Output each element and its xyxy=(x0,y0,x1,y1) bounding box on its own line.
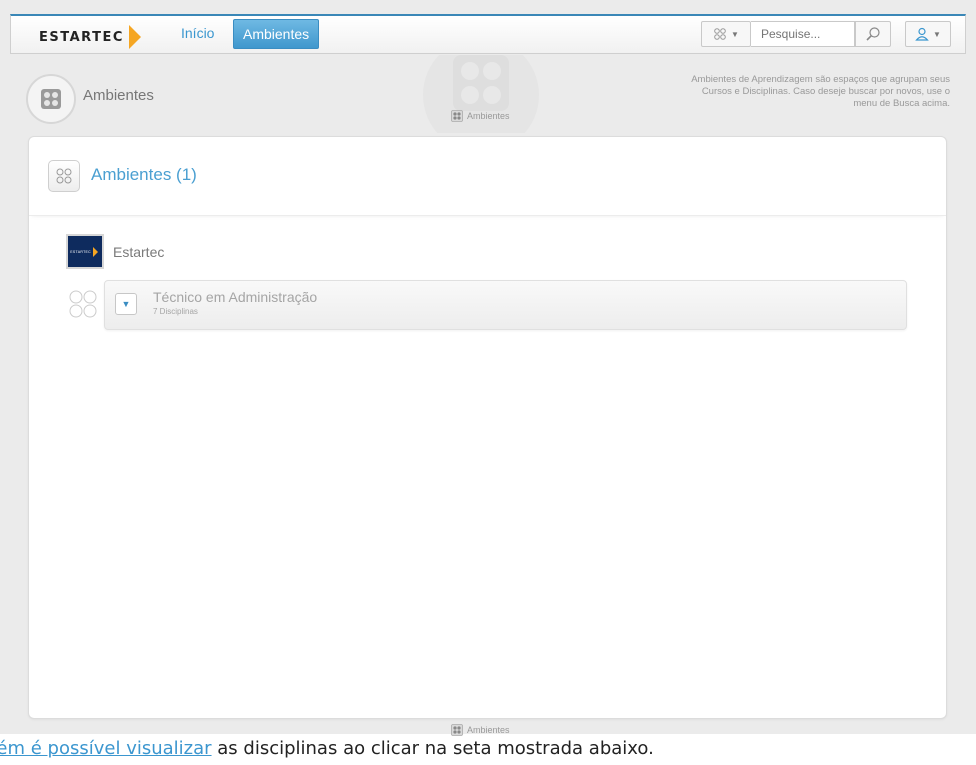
course-discipline-count: 7 Disciplinas xyxy=(153,307,198,316)
footer-breadcrumb: Ambientes xyxy=(451,724,510,736)
footer-breadcrumb-label: Ambientes xyxy=(467,725,510,735)
nav-ambientes-tab[interactable]: Ambientes xyxy=(233,19,320,49)
panel-header: Ambientes (1) xyxy=(29,137,946,216)
document-caption: bém é possível visualizar as disciplinas… xyxy=(0,737,654,761)
organization-logo-text: ESTARTEC xyxy=(70,249,91,254)
ambientes-icon xyxy=(451,110,463,122)
top-navbar: ESTARTEC Início Ambientes ▼ ▼ xyxy=(10,14,966,54)
logo-chevron-icon xyxy=(128,25,141,49)
breadcrumb-label: Ambientes xyxy=(467,111,510,121)
organization-logo: ESTARTEC xyxy=(66,234,104,269)
logo-text: ESTARTEC xyxy=(39,29,124,45)
nav-inicio-link[interactable]: Início xyxy=(181,25,214,41)
chevron-down-icon: ▼ xyxy=(731,29,739,39)
courses-dropdown-button[interactable]: ▼ xyxy=(701,21,751,47)
search-button[interactable] xyxy=(855,21,891,47)
chevron-down-icon: ▼ xyxy=(933,29,941,39)
chevron-down-icon: ▼ xyxy=(121,299,131,309)
search-icon xyxy=(866,27,880,41)
ambientes-panel: Ambientes (1) ESTARTEC Estartec ▼ Técnic… xyxy=(28,136,947,719)
estartec-logo[interactable]: ESTARTEC xyxy=(39,25,141,49)
help-text: Ambientes de Aprendizagem são espaços qu… xyxy=(691,74,950,109)
course-icon xyxy=(69,290,97,318)
ambientes-icon xyxy=(41,89,61,109)
page-title: Ambientes xyxy=(83,87,154,104)
ambientes-icon xyxy=(48,160,80,192)
panel-title: Ambientes (1) xyxy=(91,165,197,184)
search-input[interactable] xyxy=(751,21,855,47)
expand-course-button[interactable]: ▼ xyxy=(115,293,137,315)
course-name[interactable]: Técnico em Administração xyxy=(153,289,317,305)
course-row[interactable]: ▼ Técnico em Administração 7 Disciplinas xyxy=(104,280,907,330)
organization-row[interactable]: ESTARTEC Estartec xyxy=(66,234,164,269)
courses-icon xyxy=(714,28,726,40)
logo-chevron-icon xyxy=(93,246,98,257)
breadcrumb: Ambientes xyxy=(451,110,510,122)
organization-name: Estartec xyxy=(113,243,165,260)
ambientes-icon xyxy=(451,724,463,736)
document-link[interactable]: bém é possível visualizar xyxy=(0,738,212,759)
user-icon xyxy=(915,27,929,41)
document-text: as disciplinas ao clicar na seta mostrad… xyxy=(211,738,654,759)
user-menu-button[interactable]: ▼ xyxy=(905,21,951,47)
ambientes-page-icon xyxy=(26,74,76,124)
